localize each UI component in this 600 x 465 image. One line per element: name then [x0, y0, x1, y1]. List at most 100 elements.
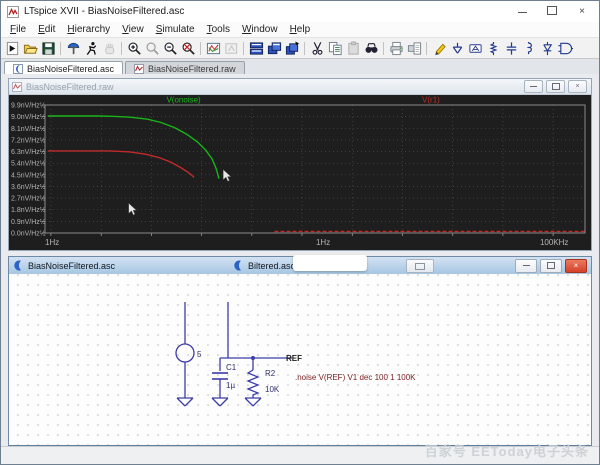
ground-symbol[interactable]	[245, 398, 261, 406]
svg-text:1Hz: 1Hz	[45, 238, 59, 247]
svg-text:1Hz: 1Hz	[316, 238, 330, 247]
waveform-minimize-button[interactable]	[524, 80, 543, 93]
title-bar: LTspice XVII - BiasNoiseFiltered.asc ×	[1, 1, 599, 22]
voltage-source-symbol[interactable]	[176, 344, 194, 362]
menu-help[interactable]: Help	[284, 24, 317, 35]
waveform-window-title: BiasNoiseFiltered.raw	[26, 82, 114, 92]
resistor-icon[interactable]	[484, 40, 502, 57]
spice-directive[interactable]: .noise V(REF) V1 dec 100 1 100K	[295, 373, 416, 382]
junction-dot	[251, 356, 255, 360]
close-button[interactable]: ×	[577, 6, 587, 17]
cascade-icon[interactable]	[265, 40, 283, 57]
svg-text:6.3nV/Hz½: 6.3nV/Hz½	[11, 148, 46, 156]
menu-tools[interactable]: Tools	[201, 24, 236, 35]
svg-text:4.5nV/Hz½: 4.5nV/Hz½	[11, 171, 46, 179]
svg-text:0.0nV/Hz½: 0.0nV/Hz½	[11, 230, 46, 238]
toolbar-separator	[60, 42, 61, 55]
waveform-icon	[12, 82, 22, 92]
svg-text:V(onoise): V(onoise)	[166, 96, 201, 105]
svg-text:9.9nV/Hz½: 9.9nV/Hz½	[11, 102, 46, 110]
tile-horizontal-icon[interactable]	[247, 40, 265, 57]
new-schematic-icon[interactable]	[3, 40, 21, 57]
zoom-out-icon[interactable]	[161, 40, 179, 57]
waveform-window-titlebar: BiasNoiseFiltered.raw ×	[9, 79, 591, 95]
noise-plot[interactable]: 9.9nV/Hz½9.0nV/Hz½8.1nV/Hz½7.2nV/Hz½6.3n…	[9, 95, 591, 250]
cascade-arrow-icon[interactable]	[283, 40, 301, 57]
print-preview-icon[interactable]	[405, 40, 423, 57]
schematic-restore-button[interactable]	[540, 259, 562, 273]
inductor-icon[interactable]	[520, 40, 538, 57]
waveform-window: BiasNoiseFiltered.raw × 9.9nV/Hz½ 9.0nV/H…	[8, 78, 592, 251]
resistor-symbol[interactable]	[248, 370, 258, 398]
minimize-button[interactable]	[517, 6, 527, 17]
ground-symbol[interactable]	[177, 398, 193, 406]
svg-text:5.4nV/Hz½: 5.4nV/Hz½	[11, 160, 46, 168]
waveform-close-button[interactable]: ×	[568, 80, 587, 93]
r2-value-label[interactable]: 10K	[265, 385, 280, 394]
net-label-ref[interactable]: REF	[286, 354, 302, 363]
save-icon[interactable]	[39, 40, 57, 57]
zoom-in-icon[interactable]	[125, 40, 143, 57]
c1-name-label[interactable]: C1	[226, 363, 237, 372]
source-value-label[interactable]: 5	[197, 350, 202, 359]
toolbar-separator	[426, 42, 427, 55]
zoom-area-icon[interactable]	[143, 40, 161, 57]
svg-text:9.0nV/Hz½: 9.0nV/Hz½	[11, 113, 46, 121]
schematic-window: BiasNoiseFiltered.asc Biltered.asc ×	[8, 256, 592, 448]
schematic-minimize-button[interactable]	[515, 259, 537, 273]
open-folder-icon[interactable]	[21, 40, 39, 57]
svg-text:0.9nV/Hz½: 0.9nV/Hz½	[11, 218, 46, 226]
tooltip-blob	[293, 255, 367, 271]
ground-icon[interactable]	[448, 40, 466, 57]
svg-text:1.8nV/Hz½: 1.8nV/Hz½	[11, 206, 46, 214]
waveform-restore-button[interactable]	[546, 80, 565, 93]
watermark-text: 百家号 EEToday电子头条	[425, 441, 589, 460]
svg-text:2.7nV/Hz½: 2.7nV/Hz½	[11, 195, 46, 203]
background-window-titlebar[interactable]: Biltered.asc	[233, 257, 295, 274]
ltspice-crescent-icon	[13, 260, 24, 271]
ground-symbol[interactable]	[212, 398, 228, 406]
component-icon[interactable]	[556, 40, 574, 57]
schematic-canvas[interactable]: 5 C1 1µ R2 10K REF .noise V(REF) V1 dec …	[9, 274, 591, 445]
schematic-window-titlebar: BiasNoiseFiltered.asc Biltered.asc ×	[9, 257, 591, 275]
menu-bar: FileEditHierarchyViewSimulateToolsWindow…	[1, 22, 599, 38]
menu-edit[interactable]: Edit	[32, 24, 61, 35]
toolbar-separator	[121, 42, 122, 55]
ltspice-main-window: LTspice XVII - BiasNoiseFiltered.asc × F…	[0, 0, 600, 465]
zoom-fit-icon[interactable]	[179, 40, 197, 57]
capacitor-icon[interactable]	[502, 40, 520, 57]
menu-window[interactable]: Window	[236, 24, 284, 35]
inactive-restore-button[interactable]	[406, 259, 434, 273]
tab-label: BiasNoiseFiltered.raw	[148, 64, 236, 74]
schematic-close-button[interactable]: ×	[565, 259, 587, 273]
toolbar-separator	[383, 42, 384, 55]
menu-file[interactable]: File	[4, 24, 32, 35]
tab-label: BiasNoiseFiltered.asc	[27, 64, 114, 74]
svg-text:7.2nV/Hz½: 7.2nV/Hz½	[11, 136, 46, 144]
copy-icon[interactable]	[326, 40, 344, 57]
ltspice-crescent-icon	[233, 260, 244, 271]
halt-icon	[100, 40, 118, 57]
toolbar-separator	[200, 42, 201, 55]
r2-name-label[interactable]: R2	[265, 369, 276, 378]
diode-icon[interactable]	[538, 40, 556, 57]
find-icon[interactable]	[362, 40, 380, 57]
label-icon[interactable]	[466, 40, 484, 57]
control-panel-icon[interactable]	[64, 40, 82, 57]
tab-biasnoisefiltered-asc[interactable]: BiasNoiseFiltered.asc	[4, 61, 123, 75]
svg-text:3.6nV/Hz½: 3.6nV/Hz½	[11, 183, 46, 191]
menu-view[interactable]: View	[116, 24, 150, 35]
menu-simulate[interactable]: Simulate	[150, 24, 201, 35]
maximize-button[interactable]	[547, 6, 557, 18]
window-title: LTspice XVII - BiasNoiseFiltered.asc	[24, 6, 184, 17]
run-icon[interactable]	[82, 40, 100, 57]
svg-text:100KHz: 100KHz	[540, 238, 568, 247]
cut-icon[interactable]	[308, 40, 326, 57]
print-icon[interactable]	[387, 40, 405, 57]
menu-hierarchy[interactable]: Hierarchy	[61, 24, 116, 35]
wire-pencil-icon[interactable]	[430, 40, 448, 57]
c1-value-label[interactable]: 1µ	[226, 381, 235, 390]
autorange-icon[interactable]	[204, 40, 222, 57]
tab-biasnoisefiltered-raw[interactable]: BiasNoiseFiltered.raw	[125, 61, 245, 75]
svg-text:V(r1): V(r1)	[422, 96, 440, 105]
